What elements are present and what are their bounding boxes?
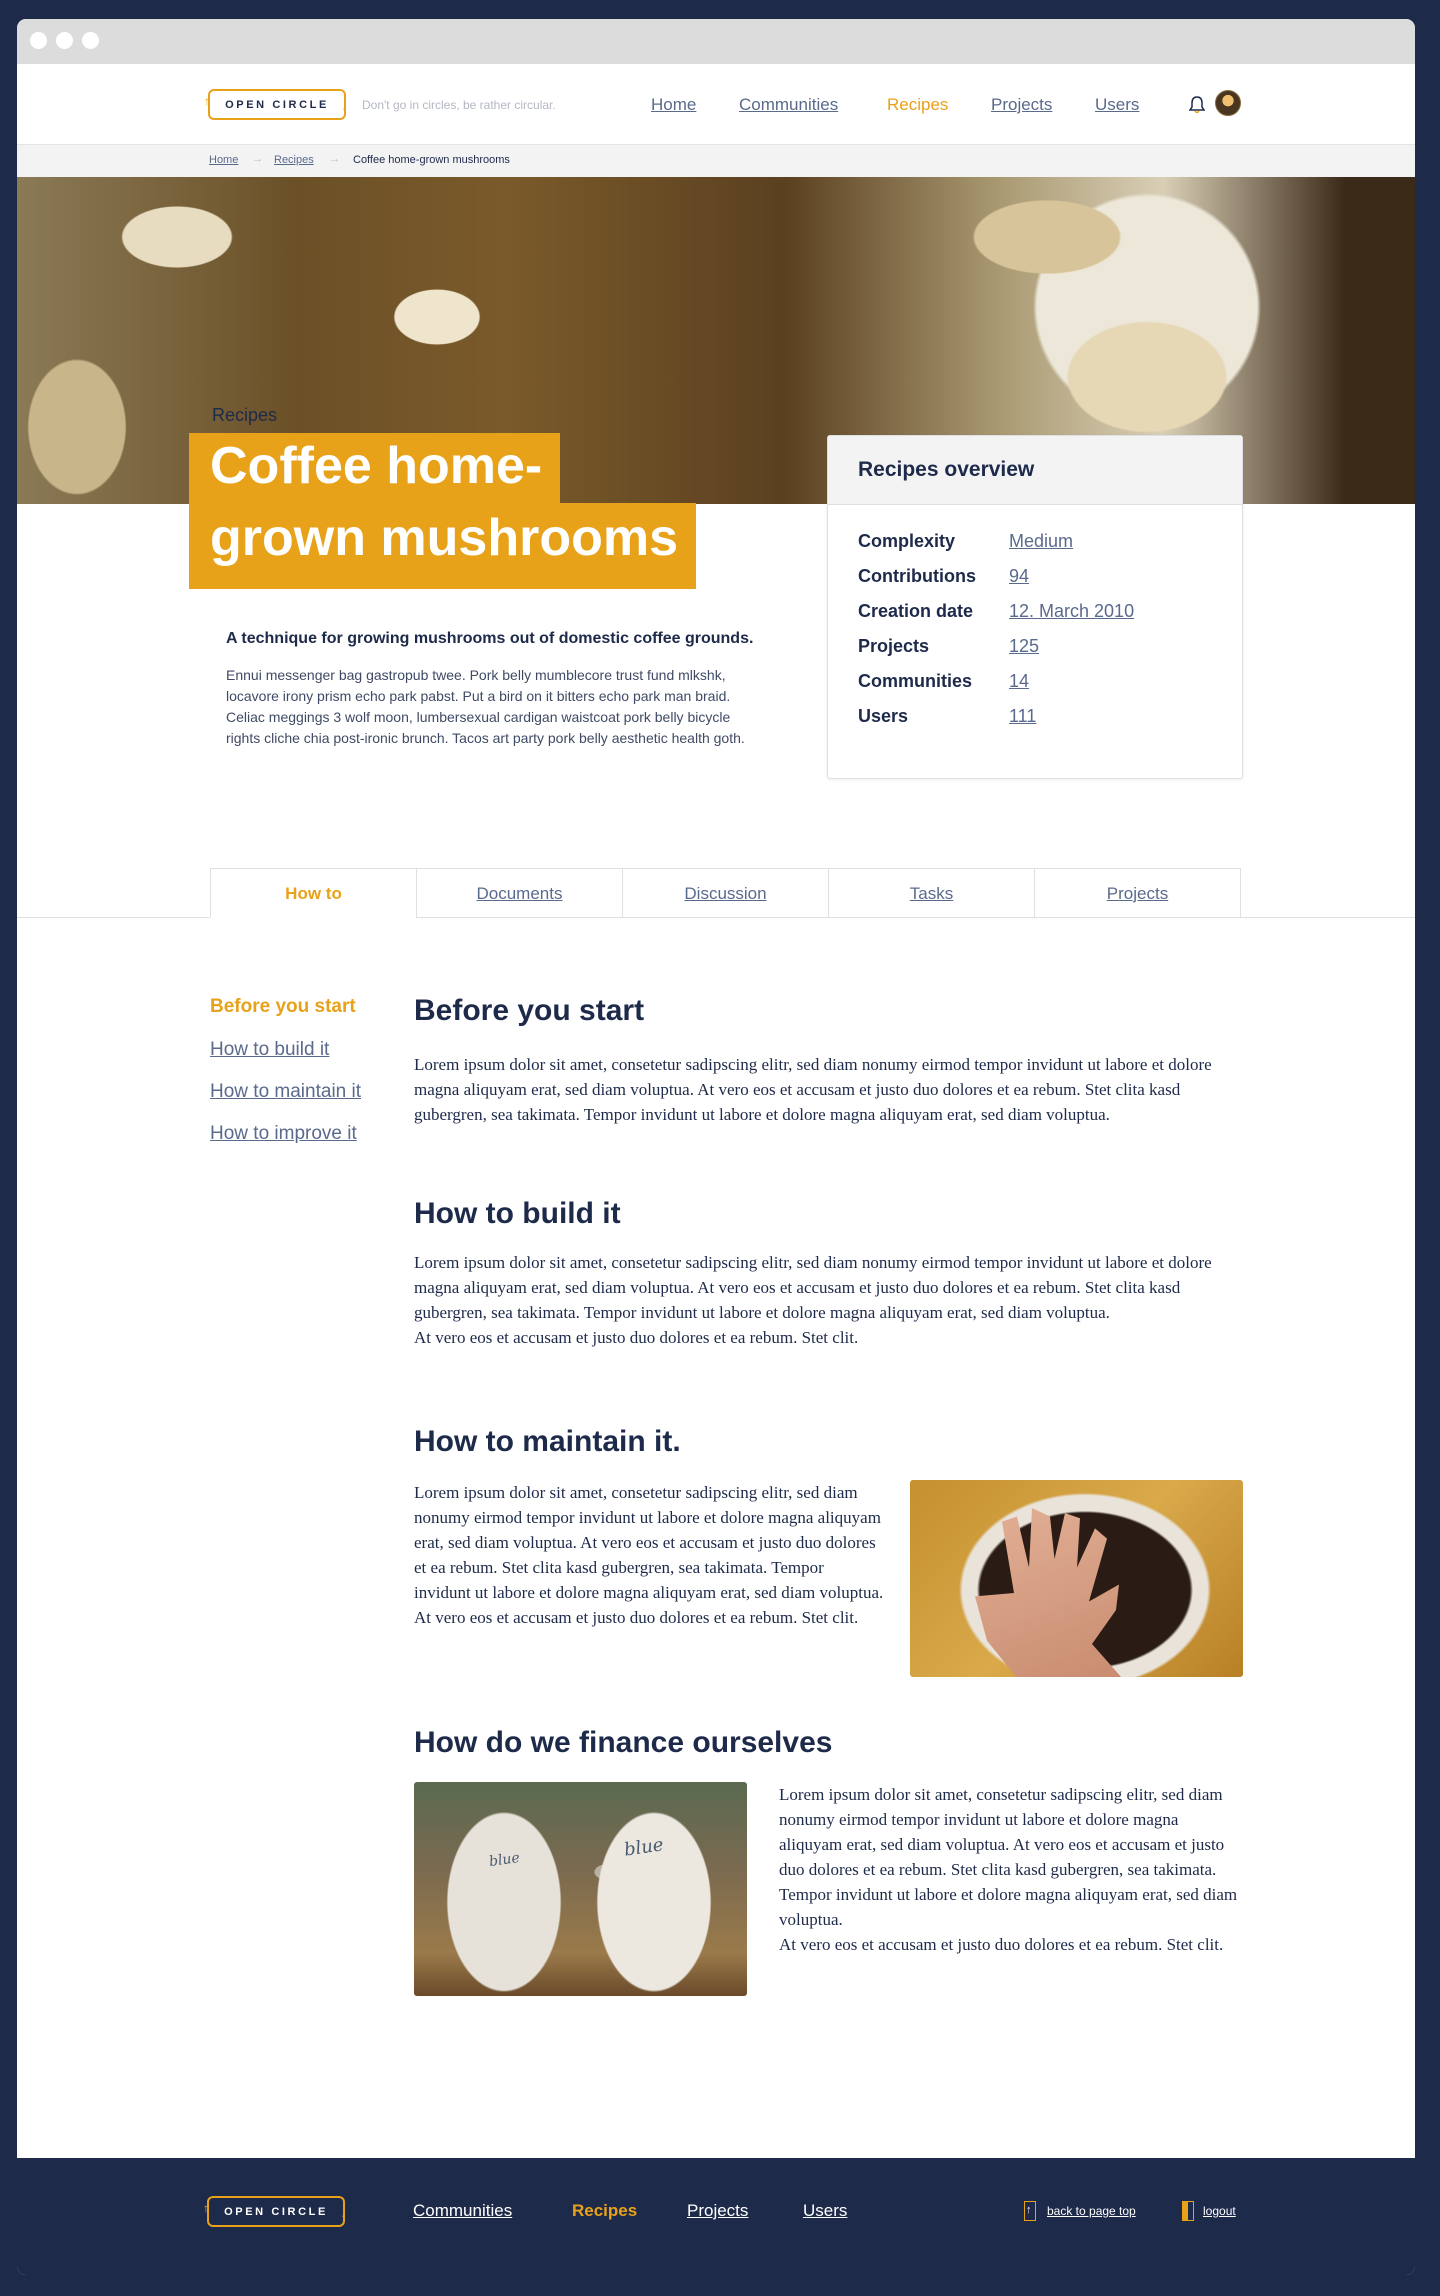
page-title-line: Coffee home- xyxy=(189,433,561,503)
logo-arrow-up-icon: ↑ xyxy=(204,94,213,108)
overview-label: Complexity xyxy=(858,531,956,551)
section-paragraph: At vero eos et accusam et justo duo dolo… xyxy=(779,1935,1224,1954)
arrow-up-icon[interactable] xyxy=(1024,2201,1036,2221)
window-dot[interactable] xyxy=(56,32,73,49)
mushroom-bags-photo: blue blue xyxy=(414,1782,747,1996)
tab-how-to[interactable]: How to xyxy=(210,868,417,918)
hand-shape xyxy=(975,1508,1122,1677)
overview-value[interactable]: 94 xyxy=(1009,566,1029,587)
breadcrumb-home[interactable]: Home xyxy=(209,154,238,166)
browser-window: ↑ OPEN CIRCLE ↓ Don't go in circles, be … xyxy=(17,19,1415,2275)
section-title: How to build it xyxy=(414,1197,621,1230)
site-footer: ↑ OPEN CIRCLE ↓ Communities Recipes Proj… xyxy=(17,2158,1415,2275)
section-paragraph: Lorem ipsum dolor sit amet, consetetur s… xyxy=(779,1785,1238,1929)
window-dot[interactable] xyxy=(82,32,99,49)
tab-discussion[interactable]: Discussion xyxy=(622,868,829,918)
breadcrumb-arrow-icon: → xyxy=(252,153,263,165)
overview-label: Communities xyxy=(858,671,973,691)
footer-nav-projects[interactable]: Projects xyxy=(687,2201,748,2221)
logout-link[interactable]: logout xyxy=(1203,2204,1236,2218)
side-nav-how-to-improve[interactable]: How to improve it xyxy=(210,1123,357,1145)
bell-icon[interactable] xyxy=(1189,96,1205,114)
section-title: How do we finance ourselves xyxy=(414,1726,833,1759)
site-header: ↑ OPEN CIRCLE ↓ Don't go in circles, be … xyxy=(17,64,1415,144)
logo-arrow-up-icon: ↑ xyxy=(203,2201,212,2215)
recipe-intro: Ennui messenger bag gastropub twee. Pork… xyxy=(226,667,745,746)
overview-value[interactable]: 125 xyxy=(1009,636,1039,657)
browser-chrome xyxy=(17,19,1415,64)
section-paragraph: Lorem ipsum dolor sit amet, consetetur s… xyxy=(414,1483,884,1602)
footer-nav-users[interactable]: Users xyxy=(803,2201,847,2221)
card-title: Recipes overview xyxy=(828,436,1242,505)
hero-section-label: Recipes xyxy=(212,405,278,425)
nav-projects[interactable]: Projects xyxy=(991,95,1052,115)
page-title: Coffee home- grown mushrooms xyxy=(189,433,697,589)
recipes-overview-card: Recipes overview Complexity Medium Contr… xyxy=(827,435,1243,779)
recipe-subtitle: A technique for growing mushrooms out of… xyxy=(226,630,754,647)
side-nav-how-to-build[interactable]: How to build it xyxy=(210,1039,329,1061)
section-text: Lorem ipsum dolor sit amet, consetetur s… xyxy=(414,1480,884,1630)
breadcrumb-arrow-icon: → xyxy=(329,153,340,165)
section-text: Lorem ipsum dolor sit amet, consetetur s… xyxy=(414,1055,1212,1124)
bag-label: blue xyxy=(488,1849,521,1871)
logo[interactable]: ↑ OPEN CIRCLE ↓ xyxy=(204,89,348,120)
section-title: How to maintain it. xyxy=(414,1425,681,1458)
overview-value[interactable]: 111 xyxy=(1009,706,1036,727)
overview-label: Contributions xyxy=(858,566,976,586)
nav-communities[interactable]: Communities xyxy=(739,95,838,115)
section-text: Lorem ipsum dolor sit amet, consetetur s… xyxy=(779,1782,1244,1957)
tab-documents[interactable]: Documents xyxy=(416,868,623,918)
tagline: Don't go in circles, be rather circular. xyxy=(362,98,556,112)
overview-value[interactable]: Medium xyxy=(1009,531,1073,552)
overview-value[interactable]: 12. March 2010 xyxy=(1009,601,1134,622)
section-paragraph: Lorem ipsum dolor sit amet, consetetur s… xyxy=(414,1253,1212,1322)
section-paragraph: At vero eos et accusam et justo duo dolo… xyxy=(414,1608,859,1627)
section-paragraph: At vero eos et accusam et justo duo dolo… xyxy=(414,1328,859,1347)
window-dot[interactable] xyxy=(30,32,47,49)
avatar[interactable] xyxy=(1215,90,1241,116)
overview-value[interactable]: 14 xyxy=(1009,671,1029,692)
bag-label: blue xyxy=(622,1834,665,1861)
tab-tasks[interactable]: Tasks xyxy=(828,868,1035,918)
nav-recipes[interactable]: Recipes xyxy=(887,95,948,115)
overview-label: Creation date xyxy=(858,601,974,621)
footer-logo[interactable]: ↑ OPEN CIRCLE ↓ xyxy=(203,2196,347,2227)
logo-text: OPEN CIRCLE xyxy=(224,2205,328,2218)
page-title-line: grown mushrooms xyxy=(189,503,697,589)
nav-users[interactable]: Users xyxy=(1095,95,1139,115)
side-nav-before-you-start[interactable]: Before you start xyxy=(210,996,356,1018)
logo-arrow-down-icon: ↓ xyxy=(341,99,350,113)
nav-home[interactable]: Home xyxy=(651,95,696,115)
footer-nav-communities[interactable]: Communities xyxy=(413,2201,512,2221)
breadcrumb: Home → Recipes → Coffee home-grown mushr… xyxy=(17,144,1415,177)
logo-arrow-down-icon: ↓ xyxy=(340,2206,349,2220)
section-title: Before you start xyxy=(414,994,645,1027)
section-text: Lorem ipsum dolor sit amet, consetetur s… xyxy=(414,1250,1244,1350)
back-to-top-link[interactable]: back to page top xyxy=(1047,2204,1136,2218)
logo-text: OPEN CIRCLE xyxy=(225,98,329,111)
coffee-grounds-photo xyxy=(910,1480,1243,1677)
breadcrumb-current: Coffee home-grown mushrooms xyxy=(353,154,510,166)
side-nav-how-to-maintain[interactable]: How to maintain it xyxy=(210,1081,361,1103)
logout-icon[interactable] xyxy=(1182,2201,1194,2221)
footer-nav-recipes[interactable]: Recipes xyxy=(572,2201,637,2221)
overview-label: Projects xyxy=(858,636,930,656)
tab-projects[interactable]: Projects xyxy=(1034,868,1241,918)
overview-label: Users xyxy=(858,706,909,726)
breadcrumb-recipes[interactable]: Recipes xyxy=(274,154,314,166)
